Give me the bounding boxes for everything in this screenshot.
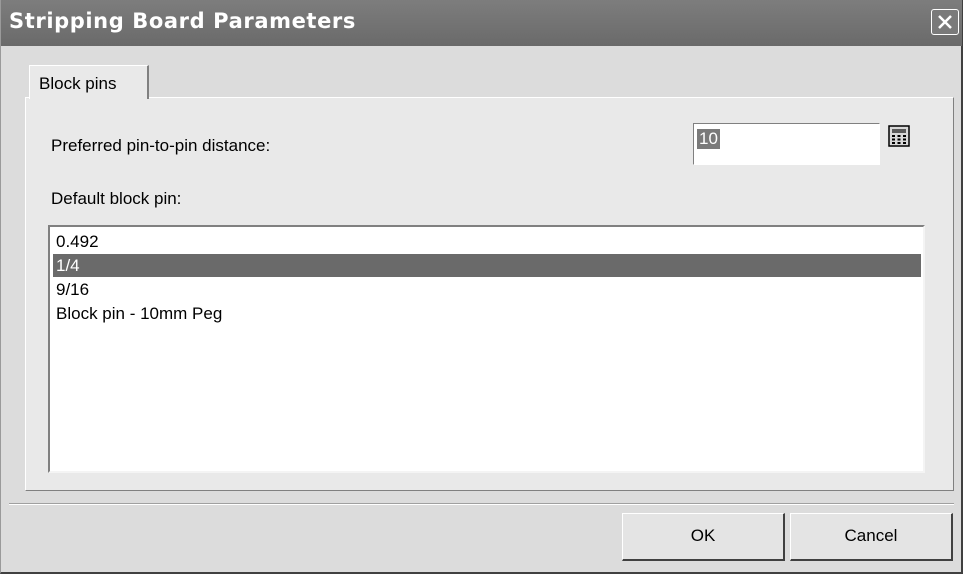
- tab-label: Block pins: [39, 74, 117, 93]
- list-item[interactable]: 0.492: [53, 230, 921, 253]
- block-pin-list[interactable]: 0.492 1/4 9/16 Block pin - 10mm Peg: [48, 225, 925, 473]
- separator: [9, 503, 954, 505]
- list-item[interactable]: 9/16: [53, 278, 921, 301]
- distance-input[interactable]: [693, 123, 880, 165]
- title-bar[interactable]: Stripping Board Parameters: [1, 0, 962, 46]
- dialog-window: Stripping Board Parameters Block pins Pr…: [0, 0, 963, 574]
- tab-block-pins[interactable]: Block pins: [29, 65, 149, 99]
- default-pin-label: Default block pin:: [51, 189, 182, 208]
- distance-value: 10: [697, 129, 720, 149]
- distance-label: Preferred pin-to-pin distance:: [51, 136, 271, 155]
- cancel-button[interactable]: Cancel: [790, 513, 953, 561]
- list-item-selected[interactable]: 1/4: [53, 254, 921, 277]
- window-title: Stripping Board Parameters: [9, 9, 356, 33]
- close-x-icon: [938, 15, 952, 29]
- ok-button[interactable]: OK: [622, 513, 785, 561]
- calculator-button[interactable]: [886, 125, 912, 149]
- calculator-icon: [888, 125, 910, 147]
- list-item[interactable]: Block pin - 10mm Peg: [53, 302, 921, 325]
- close-button[interactable]: [931, 9, 959, 35]
